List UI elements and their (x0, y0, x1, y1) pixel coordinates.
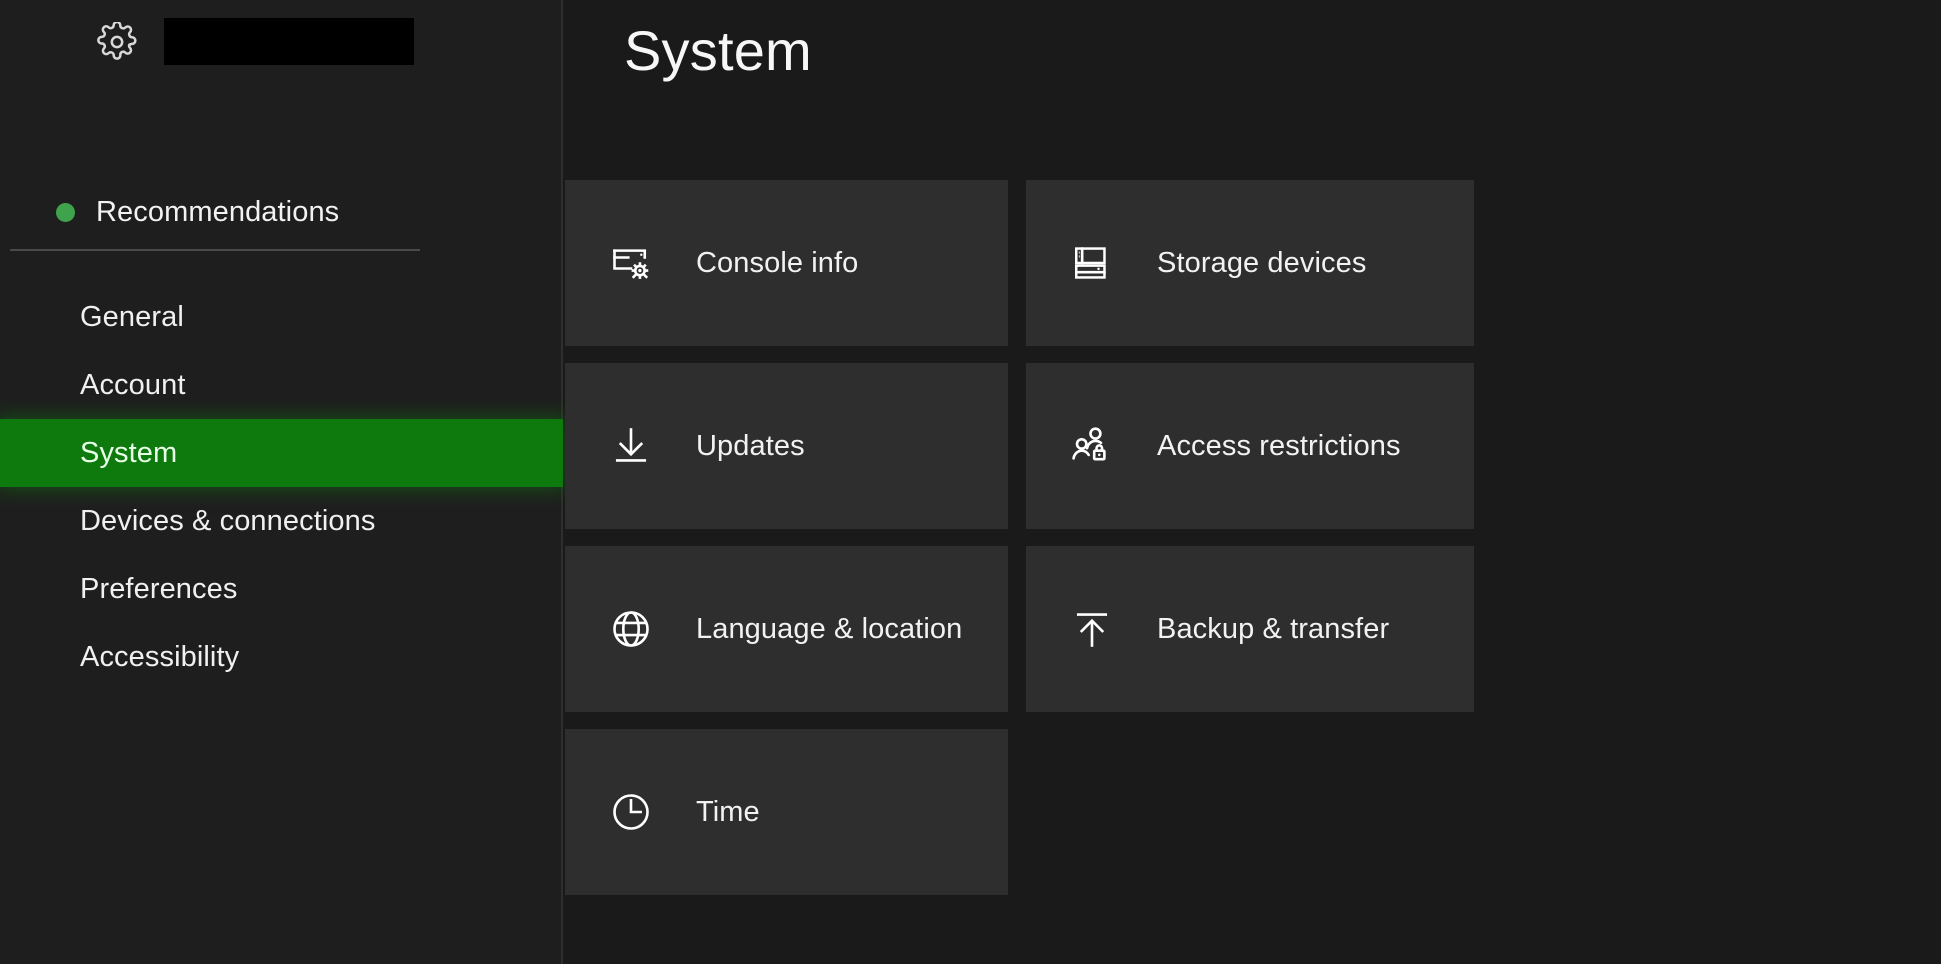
tile-access-restrictions[interactable]: Access restrictions (1026, 363, 1474, 529)
tile-label: Storage devices (1157, 247, 1366, 280)
tile-console-info[interactable]: Console info (565, 180, 1008, 346)
console-info-icon (608, 240, 654, 286)
globe-icon (608, 606, 654, 652)
download-arrow-icon (608, 423, 654, 469)
sidebar-nav-list: General Account System Devices & connect… (0, 283, 563, 691)
settings-tile-grid: Console info Storage devices (565, 180, 1941, 912)
sidebar-item-label: Preferences (80, 573, 237, 606)
sidebar-item-label: General (80, 301, 184, 334)
page-title: System (624, 18, 812, 83)
gear-icon (96, 21, 138, 63)
clock-icon (608, 789, 654, 835)
upload-arrow-icon (1069, 606, 1115, 652)
tile-label: Updates (696, 430, 805, 463)
tile-row: Console info Storage devices (565, 180, 1941, 346)
tile-label: Console info (696, 247, 858, 280)
tile-label: Time (696, 796, 760, 829)
tile-row: Time (565, 729, 1941, 895)
storage-devices-icon (1069, 240, 1115, 286)
people-lock-icon (1069, 423, 1115, 469)
sidebar-item-preferences[interactable]: Preferences (0, 555, 563, 623)
tile-time[interactable]: Time (565, 729, 1008, 895)
tile-label: Backup & transfer (1157, 613, 1389, 646)
main-content: System Console info (565, 0, 1941, 964)
tile-language-location[interactable]: Language & location (565, 546, 1008, 712)
sidebar-item-general[interactable]: General (0, 283, 563, 351)
sidebar-item-label: Accessibility (80, 641, 239, 674)
sidebar-divider (10, 249, 420, 251)
tile-label: Access restrictions (1157, 430, 1401, 463)
gamertag-redacted-bar (164, 18, 414, 65)
sidebar-item-label: Account (80, 369, 186, 402)
sidebar-item-label: System (80, 437, 177, 470)
tile-updates[interactable]: Updates (565, 363, 1008, 529)
sidebar: Recommendations General Account System D… (0, 0, 563, 964)
tile-row: Language & location Backup & transfer (565, 546, 1941, 712)
sidebar-item-recommendations[interactable]: Recommendations (56, 196, 339, 229)
sidebar-item-accessibility[interactable]: Accessibility (0, 623, 563, 691)
tile-empty-slot (1026, 729, 1474, 895)
sidebar-item-label: Devices & connections (80, 505, 375, 538)
sidebar-item-account[interactable]: Account (0, 351, 563, 419)
sidebar-item-system[interactable]: System (0, 419, 563, 487)
tile-label: Language & location (696, 613, 962, 646)
account-header[interactable] (96, 18, 414, 65)
tile-backup-transfer[interactable]: Backup & transfer (1026, 546, 1474, 712)
tile-row: Updates Access restrictions (565, 363, 1941, 529)
tile-storage-devices[interactable]: Storage devices (1026, 180, 1474, 346)
sidebar-item-label: Recommendations (96, 196, 339, 229)
recommendations-status-dot (56, 203, 75, 222)
sidebar-item-devices-connections[interactable]: Devices & connections (0, 487, 563, 555)
